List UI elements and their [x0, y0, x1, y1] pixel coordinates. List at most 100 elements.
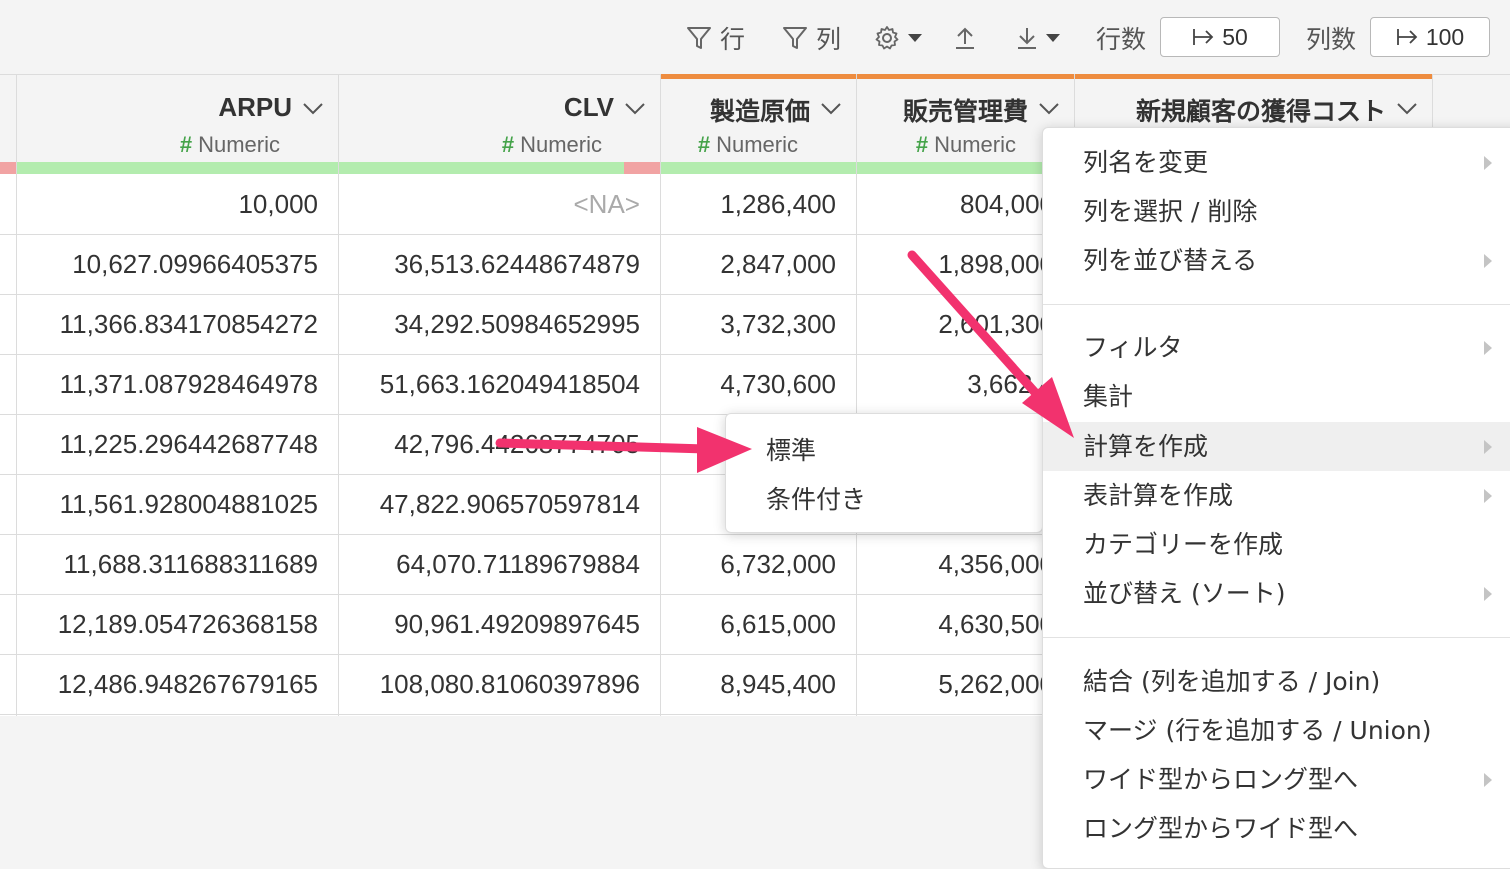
chevron-right-icon	[1484, 341, 1492, 355]
table-cell[interactable]: 3,662,4	[856, 354, 1054, 414]
column-context-menu: 列名を変更 列を選択 / 削除 列を並び替える フィルタ 集計 計算を作成 表計…	[1042, 127, 1510, 869]
table-cell[interactable]: 2,601,300	[856, 294, 1054, 354]
table-cell[interactable]: 47,822.906570597814	[338, 474, 640, 534]
table-cell[interactable]: 4,630,500	[856, 594, 1054, 654]
table-cell[interactable]: 1,286,400	[660, 174, 836, 234]
table-cell[interactable]: 11,366.834170854272	[16, 294, 318, 354]
chevron-right-icon	[1484, 156, 1492, 170]
menu-item-filter[interactable]: フィルタ	[1043, 323, 1510, 372]
table-cell[interactable]: 6,615,000	[660, 594, 836, 654]
table-cell[interactable]: 11,225.296442687748	[16, 414, 318, 474]
caret-down-icon	[908, 34, 922, 42]
table-cell[interactable]: 5,262,000	[856, 654, 1054, 714]
data-quality-bar	[660, 162, 856, 174]
table-cell[interactable]: 10,627.09966405375	[16, 234, 318, 294]
data-quality-bar	[0, 162, 16, 174]
gear-icon	[875, 26, 899, 50]
menu-item-join[interactable]: 結合 (列を追加する / Join)	[1043, 657, 1510, 706]
menu-divider	[1043, 304, 1510, 305]
column-header-manufacturing-cost[interactable]: 製造原価 # Numeric	[660, 74, 856, 162]
table-cell[interactable]: 64,070.71189679884	[338, 534, 640, 594]
column-type: # Numeric	[697, 132, 798, 157]
column-type: # Numeric	[179, 132, 280, 157]
table-cell[interactable]: 1,898,000	[856, 234, 1054, 294]
table-cell[interactable]: 10,000	[16, 174, 318, 234]
menu-item-reorder-columns[interactable]: 列を並び替える	[1043, 236, 1510, 285]
menu-item-create-category[interactable]: カテゴリーを作成	[1043, 520, 1510, 569]
submenu-item-conditional[interactable]: 条件付き	[766, 480, 866, 516]
menu-item-create-table-calculation[interactable]: 表計算を作成	[1043, 471, 1510, 520]
column-name: ARPU	[218, 92, 292, 122]
chevron-down-icon[interactable]	[624, 102, 646, 116]
menu-item-create-calculation[interactable]: 計算を作成	[1043, 422, 1510, 471]
toolbar: 行 列 行数 50 列数 100	[0, 0, 1510, 74]
column-type: # Numeric	[915, 132, 1016, 157]
row-filter-label: 行	[720, 25, 746, 54]
row-count-value: 50	[1222, 23, 1248, 50]
table-cell[interactable]: 90,961.49209897645	[338, 594, 640, 654]
table-cell[interactable]: 804,000	[856, 174, 1054, 234]
download-icon	[1018, 28, 1036, 49]
column-filter-button[interactable]: 列	[782, 18, 841, 58]
table-cell[interactable]: 11,688.311688311689	[16, 534, 318, 594]
table-cell[interactable]: 12,486.948267679165	[16, 654, 318, 714]
row-filter-button[interactable]: 行	[686, 18, 745, 58]
row-count-button[interactable]: 50	[1160, 17, 1280, 57]
column-header-clv[interactable]: CLV # Numeric	[338, 74, 660, 162]
jump-to-icon	[1193, 29, 1214, 45]
menu-divider	[1043, 637, 1510, 638]
column-count-button[interactable]: 100	[1370, 17, 1490, 57]
data-quality-missing	[624, 162, 660, 174]
chevron-right-icon	[1484, 440, 1492, 454]
chevron-right-icon	[1484, 587, 1492, 601]
menu-item-summarize[interactable]: 集計	[1043, 372, 1510, 421]
table-cell[interactable]: 6,732,000	[660, 534, 836, 594]
menu-item-sort[interactable]: 並び替え (ソート)	[1043, 569, 1510, 618]
chevron-down-icon[interactable]	[302, 102, 324, 116]
column-filter-label: 列	[816, 25, 842, 54]
calculation-submenu: 標準 条件付き	[725, 413, 1043, 533]
menu-item-rename-column[interactable]: 列名を変更	[1043, 138, 1510, 187]
table-cell[interactable]: 12,189.054726368158	[16, 594, 318, 654]
table-cell[interactable]: 8,945,400	[660, 654, 836, 714]
table-cell[interactable]: <NA>	[338, 174, 641, 234]
upload-icon	[956, 27, 974, 49]
jump-to-icon	[1396, 29, 1418, 45]
filter-icon	[783, 27, 807, 49]
column-name: 販売管理費	[902, 97, 1028, 126]
submenu-item-standard[interactable]: 標準	[766, 431, 816, 467]
filter-icon	[687, 27, 711, 49]
menu-item-long-to-wide[interactable]: ロング型からワイド型へ	[1043, 804, 1510, 853]
chevron-down-icon[interactable]	[820, 102, 842, 116]
chevron-right-icon	[1484, 489, 1492, 503]
data-quality-bar	[338, 162, 624, 174]
selected-column-indicator	[660, 74, 856, 79]
menu-item-wide-to-long[interactable]: ワイド型からロング型へ	[1043, 755, 1510, 804]
upload-button[interactable]	[952, 18, 978, 58]
column-header-arpu[interactable]: ARPU # Numeric	[16, 74, 338, 162]
table-cell[interactable]: 51,663.162049418504	[338, 354, 640, 414]
table-cell[interactable]: 108,080.81060397896	[338, 654, 640, 714]
table-cell[interactable]: 42,796.44268774705	[338, 414, 640, 474]
selected-column-indicator	[856, 74, 1074, 79]
chevron-right-icon	[1484, 773, 1492, 787]
menu-item-union[interactable]: マージ (行を追加する / Union)	[1043, 706, 1510, 755]
table-cell[interactable]: 2,847,000	[660, 234, 836, 294]
table-cell[interactable]: 34,292.50984652995	[338, 294, 640, 354]
column-name: CLV	[563, 92, 614, 122]
column-count-label: 列数	[1306, 25, 1357, 54]
column-count-value: 100	[1425, 23, 1465, 50]
table-cell[interactable]: 11,561.928004881025	[16, 474, 318, 534]
table-cell[interactable]: 36,513.62448674879	[338, 234, 640, 294]
table-cell[interactable]: 11,371.087928464978	[16, 354, 318, 414]
column-name: 製造原価	[709, 97, 810, 126]
download-dropdown[interactable]	[1014, 18, 1062, 58]
table-cell[interactable]: 4,730,600	[660, 354, 836, 414]
table-cell[interactable]: 3,732,300	[660, 294, 836, 354]
chevron-down-icon[interactable]	[1396, 102, 1418, 116]
selected-column-indicator	[1074, 74, 1432, 79]
settings-dropdown[interactable]	[874, 18, 924, 58]
table-cell[interactable]: 4,356,000	[856, 534, 1054, 594]
menu-item-select-delete-columns[interactable]: 列を選択 / 削除	[1043, 187, 1510, 236]
chevron-down-icon[interactable]	[1038, 102, 1060, 116]
